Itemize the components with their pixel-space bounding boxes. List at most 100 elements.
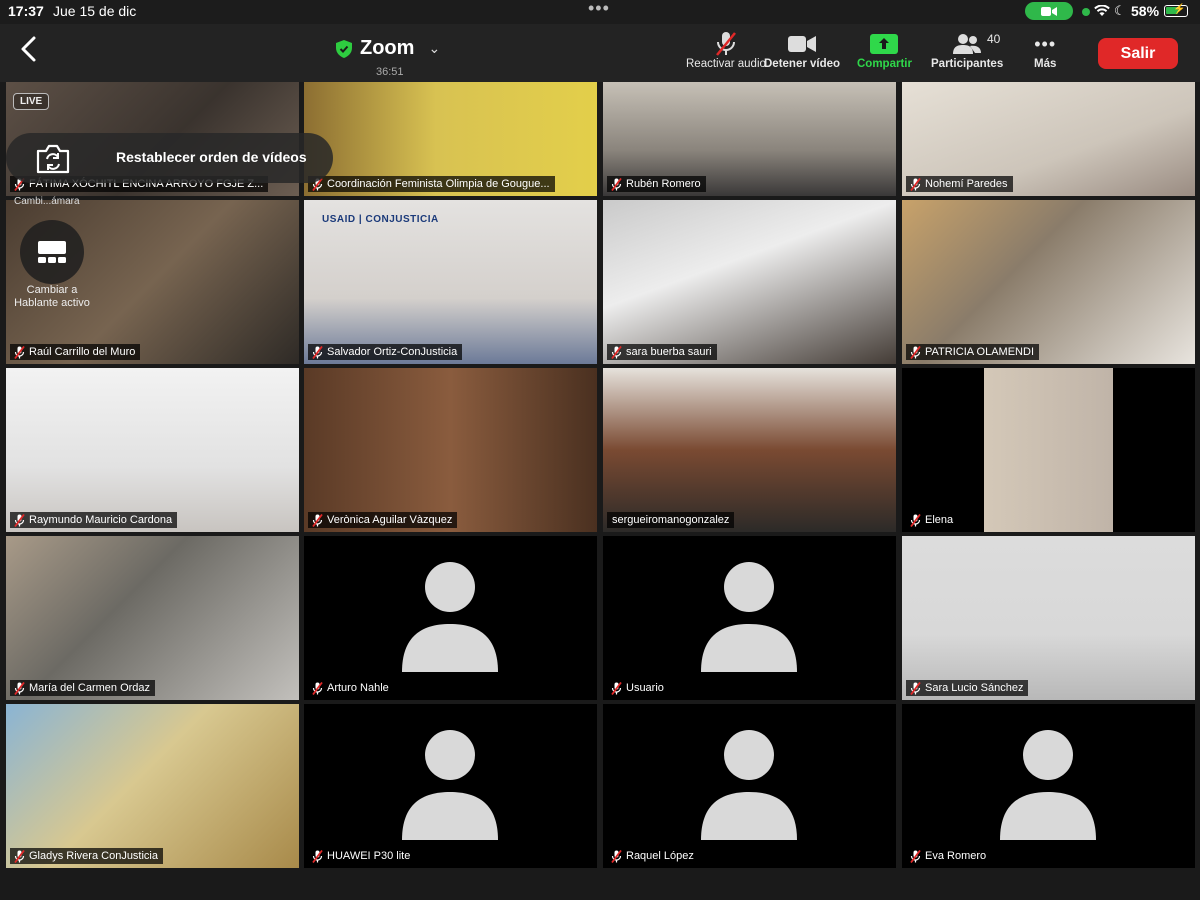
participant-name-text: PATRICIA OLAMENDI	[925, 346, 1035, 358]
participants-icon	[952, 30, 982, 58]
participant-name-text: Rubén Romero	[626, 178, 701, 190]
muted-microphone-icon	[611, 177, 622, 192]
muted-microphone-icon	[611, 345, 622, 360]
share-screen-button[interactable]: Compartir	[857, 30, 912, 70]
meeting-timer: 36:51	[376, 66, 404, 78]
participant-name-label: Salvador Ortiz-ConJusticia	[308, 344, 463, 360]
participant-video-tile[interactable]: Gladys Rivera ConJusticia	[6, 704, 299, 868]
participant-video-feed	[902, 368, 1195, 532]
participant-name-text: Raúl Carrillo del Muro	[29, 346, 136, 358]
participant-video-feed	[603, 368, 896, 532]
participant-name-text: HUAWEI P30 lite	[327, 850, 411, 862]
participant-video-feed	[6, 368, 299, 532]
participant-name-label: Coordinación Feminista Olimpia de Gougue…	[308, 176, 555, 192]
leave-meeting-button[interactable]: Salir	[1098, 38, 1178, 69]
clock: 17:37	[8, 3, 44, 19]
background-logo: USAID | CONJUSTICIA	[322, 214, 439, 225]
participant-name-text: sara buerba sauri	[626, 346, 712, 358]
participant-name-label: Rubén Romero	[607, 176, 706, 192]
participant-name-label: Raquel López	[607, 848, 699, 864]
muted-microphone-icon	[312, 345, 323, 360]
participant-video-tile[interactable]: Arturo Nahle	[304, 536, 597, 700]
participants-count: 40	[987, 32, 1001, 46]
participant-name-label: Arturo Nahle	[308, 680, 394, 696]
avatar-placeholder-icon	[400, 560, 500, 675]
participant-video-tile[interactable]: Rubén Romero	[603, 82, 896, 196]
moon-icon: ☾	[1114, 3, 1126, 18]
stop-video-button[interactable]: Detener vídeo	[764, 30, 840, 70]
battery-percent: 58%	[1131, 3, 1160, 19]
participant-name-label: sara buerba sauri	[607, 344, 717, 360]
wifi-icon	[1094, 4, 1110, 20]
participant-name-label: Eva Romero	[906, 848, 992, 864]
participant-video-feed	[902, 536, 1195, 700]
participant-name-label: Usuario	[607, 680, 669, 696]
more-button[interactable]: ••• Más	[1034, 30, 1057, 71]
participant-name-label: María del Carmen Ordaz	[10, 680, 156, 696]
participant-video-tile[interactable]: Coordinación Feminista Olimpia de Gougue…	[304, 82, 597, 196]
participant-video-tile[interactable]: sara buerba sauri	[603, 200, 896, 364]
muted-microphone-icon	[714, 30, 738, 58]
participant-name-text: Nohemí Paredes	[925, 178, 1008, 190]
muted-microphone-icon	[312, 681, 323, 696]
participant-name-text: Arturo Nahle	[327, 682, 389, 694]
participant-name-text: Elena	[925, 514, 954, 526]
gallery-layout-icon	[38, 241, 66, 263]
multitask-dots-icon[interactable]: •••	[588, 0, 610, 19]
more-dots-icon: •••	[1034, 33, 1057, 54]
live-badge[interactable]: LIVE	[13, 93, 50, 110]
participant-name-text: Sara Lucio Sánchez	[925, 682, 1024, 694]
muted-microphone-icon	[312, 513, 323, 528]
participant-video-tile[interactable]: sergueiromanogonzalez	[603, 368, 896, 532]
participant-video-tile[interactable]: Nohemí Paredes	[902, 82, 1195, 196]
muted-microphone-icon	[910, 345, 921, 360]
video-camera-icon	[1025, 2, 1073, 20]
participant-video-feed	[6, 536, 299, 700]
active-speaker-view-button[interactable]	[20, 220, 84, 284]
participant-name-label: Raymundo Mauricio Cardona	[10, 512, 178, 528]
reset-video-order-text: Restablecer orden de vídeos	[116, 149, 307, 165]
meeting-title-text: Zoom	[360, 37, 415, 59]
unmute-audio-button[interactable]: Reactivar audio	[686, 30, 766, 70]
participants-button[interactable]: 40 Participantes	[931, 30, 1003, 70]
participant-name-text: Coordinación Feminista Olimpia de Gougue…	[327, 178, 550, 190]
muted-microphone-icon	[910, 681, 921, 696]
participant-video-tile[interactable]: Sara Lucio Sánchez	[902, 536, 1195, 700]
avatar-placeholder-icon	[400, 728, 500, 843]
switch-camera-icon[interactable]	[34, 144, 72, 179]
meeting-toolbar: Zoom ⌄ 36:51 Reactivar audio Detener víd…	[0, 24, 1200, 82]
avatar-placeholder-icon	[699, 728, 799, 843]
participant-video-feed	[603, 200, 896, 364]
shield-check-icon	[336, 39, 352, 58]
participant-name-text: sergueiromanogonzalez	[612, 514, 730, 526]
back-chevron-icon[interactable]	[16, 34, 42, 64]
muted-microphone-icon	[312, 849, 323, 864]
participant-name-text: Verònica Aguilar Vàzquez	[327, 514, 453, 526]
reset-video-order-banner[interactable]: Restablecer orden de vídeos	[6, 133, 333, 183]
participant-video-tile[interactable]: Usuario	[603, 536, 896, 700]
participant-name-label: Verònica Aguilar Vàzquez	[308, 512, 458, 528]
camera-in-use-indicator	[1082, 8, 1090, 16]
battery-icon: ⚡	[1164, 4, 1188, 17]
avatar-placeholder-icon	[998, 728, 1098, 843]
participant-video-tile[interactable]: Raymundo Mauricio Cardona	[6, 368, 299, 532]
participant-video-tile[interactable]: Elena	[902, 368, 1195, 532]
participant-name-label: Elena	[906, 512, 959, 528]
video-grid: FÁTIMA XÓCHITL ENCINA ARROYO FGJE Z... Co…	[0, 82, 1200, 872]
participant-video-tile[interactable]: Verònica Aguilar Vàzquez	[304, 368, 597, 532]
participant-video-tile[interactable]: USAID | CONJUSTICIA Salvador Ortiz-ConJus…	[304, 200, 597, 364]
date: Jue 15 de dic	[53, 3, 137, 19]
bottom-safe-area	[0, 872, 1200, 900]
meeting-title[interactable]: Zoom ⌄	[336, 37, 440, 60]
participant-name-label: sergueiromanogonzalez	[607, 512, 735, 528]
participant-name-text: María del Carmen Ordaz	[29, 682, 151, 694]
participant-name-text: Gladys Rivera ConJusticia	[29, 850, 158, 862]
participant-name-label: Nohemí Paredes	[906, 176, 1013, 192]
participant-name-label: Raúl Carrillo del Muro	[10, 344, 141, 360]
participant-video-tile[interactable]: Raquel López	[603, 704, 896, 868]
participant-video-tile[interactable]: María del Carmen Ordaz	[6, 536, 299, 700]
participant-video-tile[interactable]: HUAWEI P30 lite	[304, 704, 597, 868]
participant-name-text: Usuario	[626, 682, 664, 694]
participant-video-tile[interactable]: Eva Romero	[902, 704, 1195, 868]
participant-video-tile[interactable]: PATRICIA OLAMENDI	[902, 200, 1195, 364]
